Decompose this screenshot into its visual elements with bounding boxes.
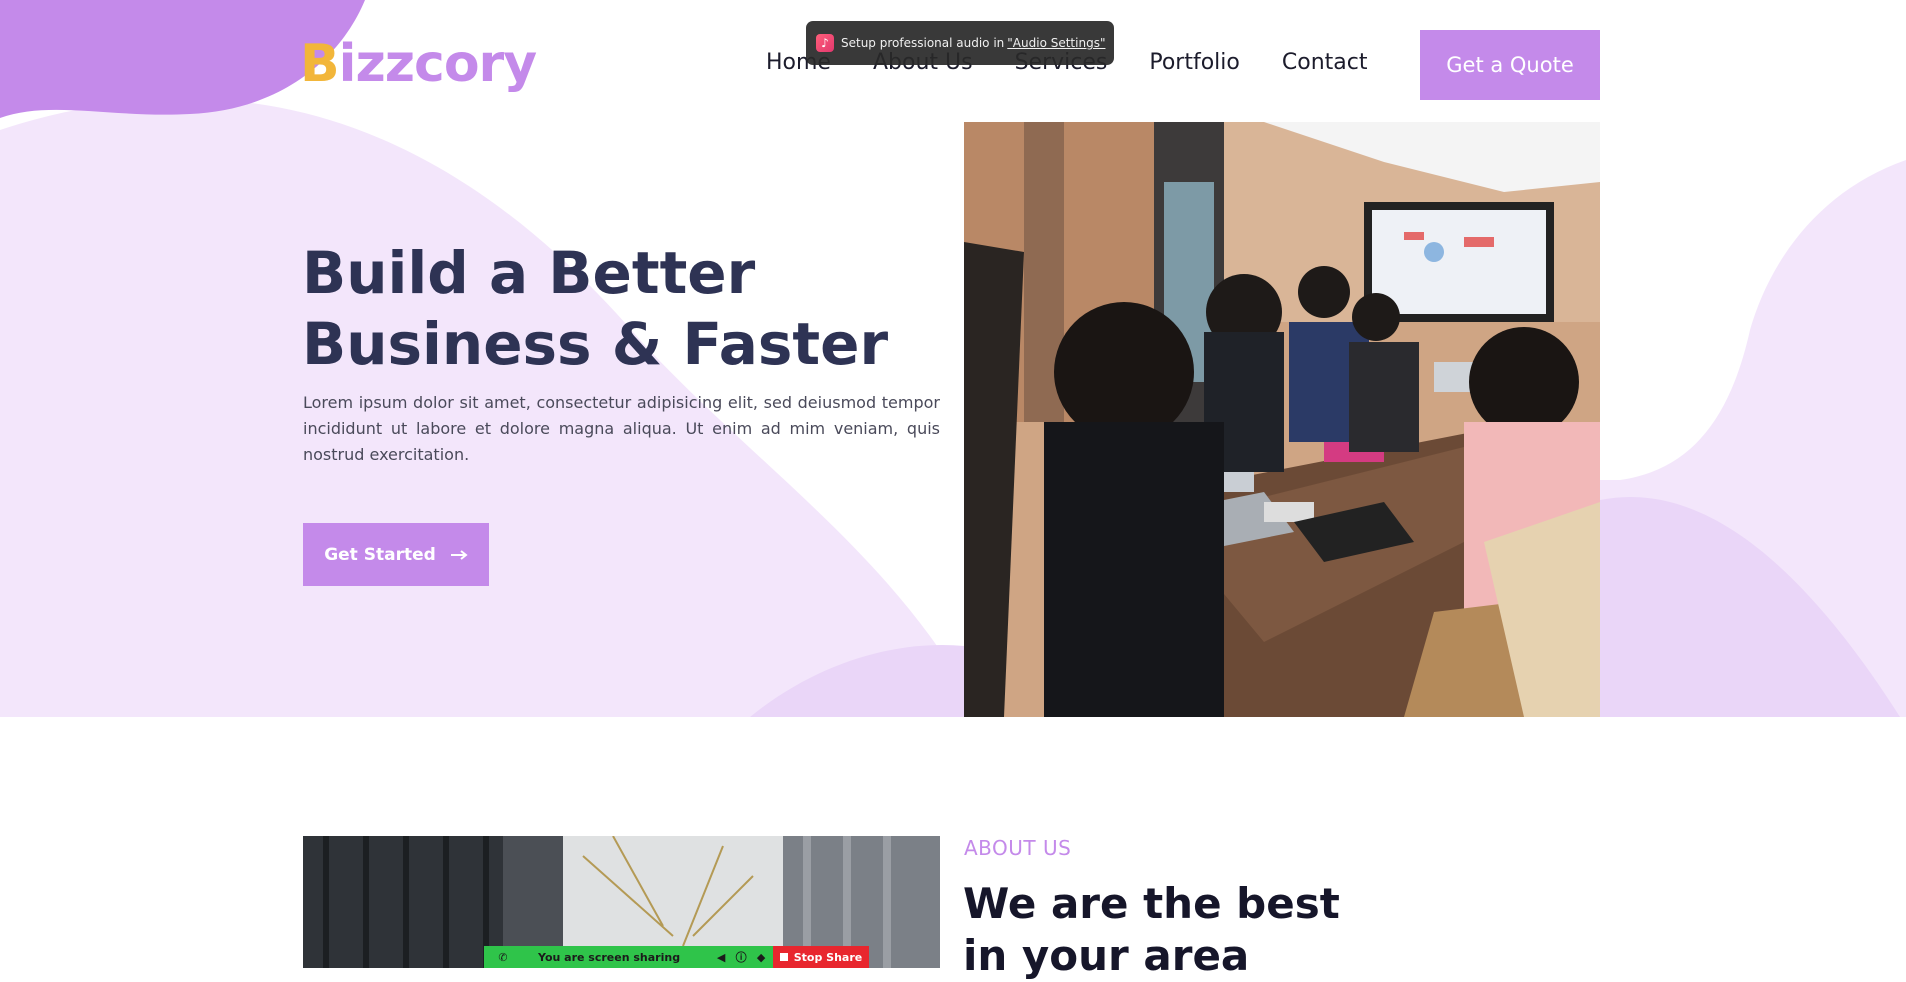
stop-share-button[interactable]: Stop Share xyxy=(773,946,869,968)
music-note-icon: ♪ xyxy=(816,34,834,52)
screen-share-status-text: You are screen sharing xyxy=(538,950,681,964)
hero-background-shapes xyxy=(0,0,1906,717)
info-icon[interactable]: ⓘ xyxy=(734,949,748,965)
shield-icon[interactable]: ◆ xyxy=(754,951,768,964)
get-started-label: Get Started xyxy=(324,544,436,565)
hero-team-meeting-image xyxy=(964,122,1600,717)
about-section-label: ABOUT US xyxy=(964,836,1072,860)
logo-initial: B xyxy=(300,34,340,94)
site-logo[interactable]: Bizzcory xyxy=(300,34,537,94)
hero-title-line-1: Build a Better xyxy=(302,239,756,307)
hero-background xyxy=(0,0,1906,717)
get-a-quote-button[interactable]: Get a Quote xyxy=(1420,30,1600,100)
hero-description: Lorem ipsum dolor sit amet, consectetur … xyxy=(303,393,940,464)
speaker-icon[interactable]: ◀ xyxy=(714,951,728,964)
nav-contact[interactable]: Contact xyxy=(1282,50,1368,75)
arrow-right-icon xyxy=(450,549,468,560)
notification-text: Setup professional audio in xyxy=(841,36,1005,50)
screen-share-status: ✆ You are screen sharing ◀ ⓘ ◆ xyxy=(484,946,773,968)
audio-settings-link[interactable]: "Audio Settings" xyxy=(1007,36,1105,50)
hero-title: Build a Better Business & Faster xyxy=(302,238,888,380)
stop-icon xyxy=(779,953,788,961)
logo-text: izzcory xyxy=(338,34,537,94)
hero-title-line-2: Business & Faster xyxy=(302,310,889,378)
screen-share-bar: ✆ You are screen sharing ◀ ⓘ ◆ Stop Shar… xyxy=(484,946,869,968)
about-section-title: We are the best in your area xyxy=(963,879,1340,980)
stop-share-label: Stop Share xyxy=(793,950,863,964)
audio-settings-notification: ♪ Setup professional audio in "Audio Set… xyxy=(806,21,1114,65)
phone-icon: ✆ xyxy=(498,950,508,964)
nav-portfolio[interactable]: Portfolio xyxy=(1149,50,1240,75)
get-started-button[interactable]: Get Started xyxy=(303,523,489,586)
